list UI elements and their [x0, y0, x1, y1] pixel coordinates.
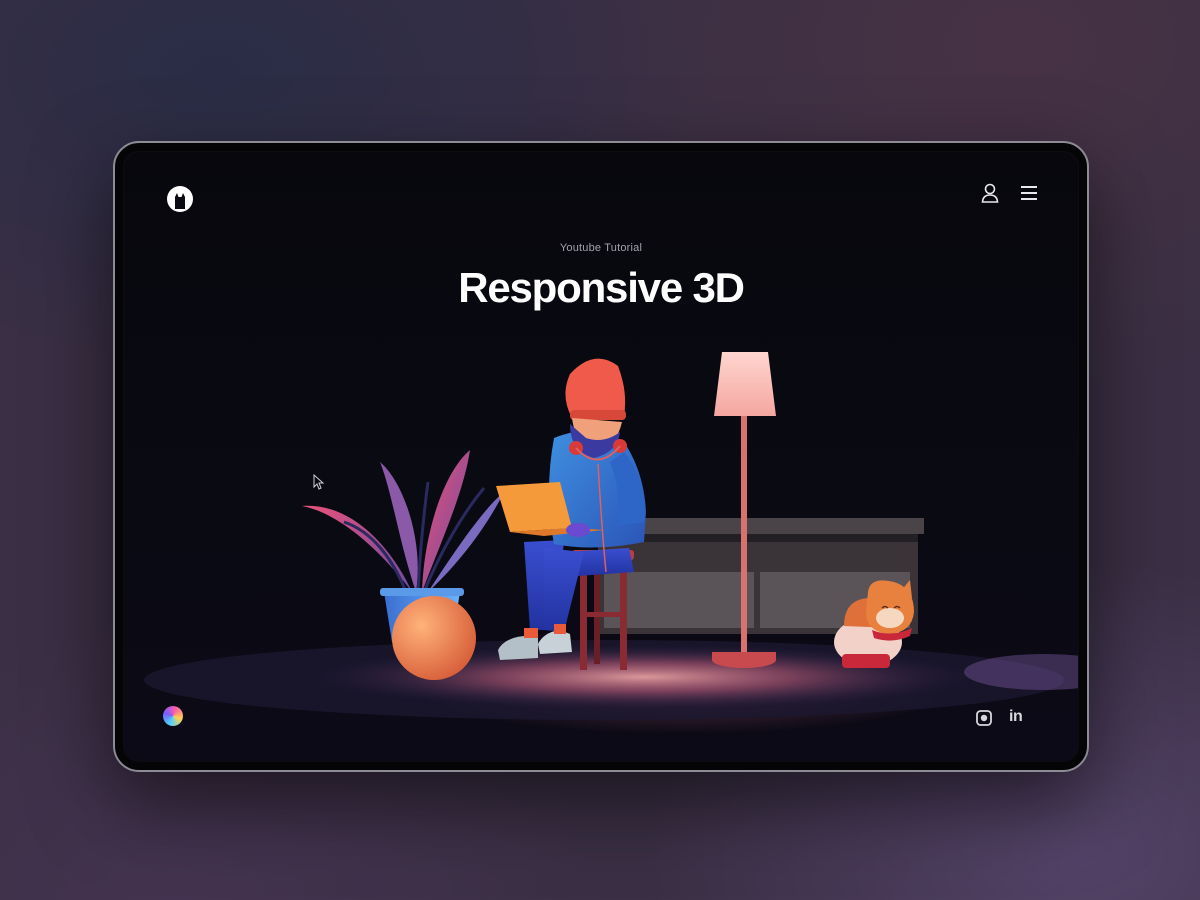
user-icon[interactable] [980, 182, 1000, 204]
hamburger-menu-icon[interactable] [1019, 184, 1039, 202]
instagram-icon[interactable] [976, 710, 992, 726]
linkedin-icon[interactable]: in [1009, 708, 1023, 726]
color-wheel-icon[interactable] [163, 706, 183, 726]
cat-logo-icon[interactable] [166, 185, 194, 213]
hero-title: Responsive 3D [458, 264, 745, 311]
app-screen: Youtube Tutorial Responsive 3D in [124, 152, 1078, 761]
mouse-cursor-icon [313, 474, 325, 490]
hero-eyebrow: Youtube Tutorial [559, 242, 643, 254]
